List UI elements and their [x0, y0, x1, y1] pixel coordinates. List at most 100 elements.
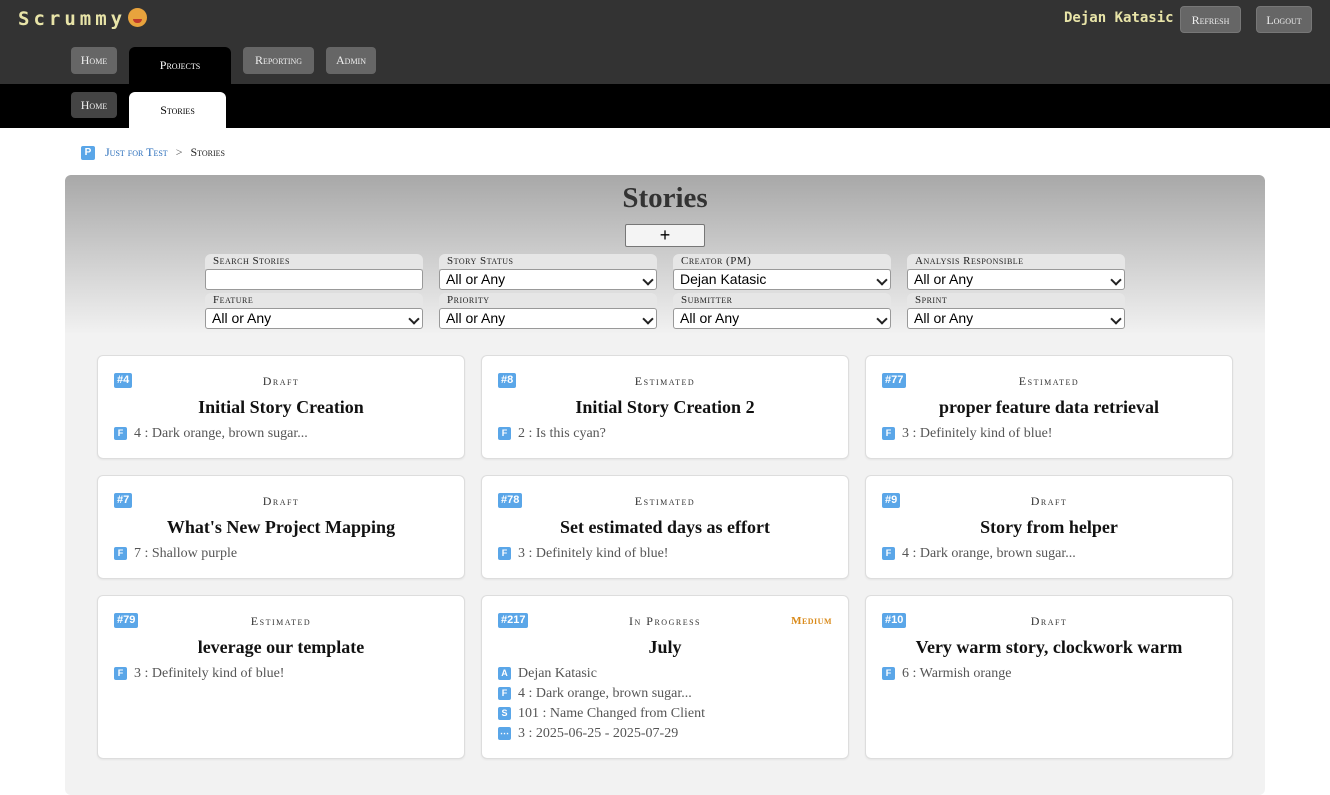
- filter-label: Analysis Responsible: [907, 254, 1125, 269]
- story-feature: F 3 : Definitely kind of blue!: [882, 425, 1052, 443]
- selected-value: All or Any: [914, 271, 974, 287]
- story-title: What's New Project Mapping: [166, 517, 396, 537]
- story-card[interactable]: #77 Estimated proper feature data retrie…: [865, 355, 1233, 459]
- story-status: Draft: [262, 374, 300, 388]
- page-title: Stories: [622, 182, 708, 214]
- selected-value: All or Any: [212, 310, 272, 326]
- filter-story-status: Story Status All or Any: [439, 254, 657, 292]
- priority-label: Medium: [791, 615, 832, 627]
- story-feature: F 7 : Shallow purple: [114, 545, 237, 563]
- story-title: Very warm story, clockwork warm: [915, 637, 1183, 657]
- submitter-select[interactable]: All or Any: [673, 308, 891, 329]
- subnav-home[interactable]: Home: [71, 92, 117, 118]
- feature-icon: F: [882, 667, 895, 680]
- breadcrumb-separator: >: [175, 145, 183, 159]
- story-sprint: ⋯ 3 : 2025-06-25 - 2025-07-29: [498, 725, 678, 743]
- filter-label: Story Status: [439, 254, 657, 269]
- add-story-button[interactable]: +: [625, 224, 705, 247]
- creator-select[interactable]: Dejan Katasic: [673, 269, 891, 290]
- nav-admin[interactable]: Admin: [326, 47, 376, 74]
- story-card[interactable]: #78 Estimated Set estimated days as effo…: [481, 475, 849, 579]
- filter-analysis-responsible: Analysis Responsible All or Any: [907, 254, 1125, 292]
- story-card[interactable]: #217 In Progress Medium July A Dejan Kata…: [481, 595, 849, 759]
- feature-select[interactable]: All or Any: [205, 308, 423, 329]
- nav-projects[interactable]: Projects: [129, 47, 231, 84]
- assignee-text: Dejan Katasic: [518, 666, 597, 681]
- feature-icon: F: [498, 547, 511, 560]
- story-status: Draft: [1030, 614, 1068, 628]
- chevron-down-icon: [1110, 274, 1122, 286]
- feature-icon: F: [114, 667, 127, 680]
- nav-home[interactable]: Home: [71, 47, 117, 74]
- breadcrumb: P Just for Test > Stories: [81, 144, 225, 161]
- selected-value: All or Any: [446, 271, 506, 287]
- filter-label: Feature: [205, 293, 423, 308]
- feature-text: 4 : Dark orange, brown sugar...: [518, 686, 692, 701]
- filter-search-stories: Search Stories: [205, 254, 423, 292]
- story-title: Initial Story Creation: [198, 397, 364, 417]
- story-card[interactable]: #10 Draft Very warm story, clockwork war…: [865, 595, 1233, 759]
- story-feature: F 4 : Dark orange, brown sugar...: [882, 545, 1076, 563]
- story-status: Estimated: [634, 494, 696, 508]
- filter-submitter: Submitter All or Any: [673, 293, 891, 331]
- story-card[interactable]: #7 Draft What's New Project Mapping F7 :…: [97, 475, 465, 579]
- story-title: proper feature data retrieval: [938, 397, 1160, 417]
- story-feature: F 2 : Is this cyan?: [498, 425, 606, 443]
- analysis-responsible-select[interactable]: All or Any: [907, 269, 1125, 290]
- filter-label: Submitter: [673, 293, 891, 308]
- filter-sprint: Sprint All or Any: [907, 293, 1125, 331]
- feature-text: 6 : Warmish orange: [902, 666, 1012, 681]
- logout-button[interactable]: Logout: [1256, 6, 1312, 33]
- feature-icon: F: [882, 427, 895, 440]
- story-feature: F 4 : Dark orange, brown sugar...: [114, 425, 308, 443]
- filter-label: Search Stories: [205, 254, 423, 269]
- filter-priority: Priority All or Any: [439, 293, 657, 331]
- feature-text: 3 : Definitely kind of blue!: [902, 426, 1053, 441]
- sprint-text: 3 : 2025-06-25 - 2025-07-29: [518, 726, 679, 741]
- nav-reporting[interactable]: Reporting: [243, 47, 314, 74]
- subnav-stories[interactable]: Stories: [129, 92, 226, 128]
- feature-text: 3 : Definitely kind of blue!: [518, 546, 669, 561]
- submitter-text: 101 : Name Changed from Client: [518, 706, 706, 721]
- app-logo[interactable]: Scrummy: [18, 8, 148, 30]
- priority-select[interactable]: All or Any: [439, 308, 657, 329]
- story-feature: F 3 : Definitely kind of blue!: [498, 545, 668, 563]
- selected-value: Dejan Katasic: [680, 271, 767, 287]
- feature-icon: F: [498, 687, 511, 700]
- feature-text: 7 : Shallow purple: [134, 546, 238, 561]
- sprint-icon: ⋯: [498, 727, 511, 740]
- chevron-down-icon: [876, 313, 888, 325]
- story-status: Estimated: [634, 374, 696, 388]
- feature-text: 4 : Dark orange, brown sugar...: [134, 426, 308, 441]
- chevron-down-icon: [876, 274, 888, 286]
- story-card[interactable]: #79 Estimated leverage our template F3 :…: [97, 595, 465, 759]
- chevron-down-icon: [642, 313, 654, 325]
- filter-label: Sprint: [907, 293, 1125, 308]
- story-card[interactable]: #4 Draft Initial Story Creation F4 : Dar…: [97, 355, 465, 459]
- selected-value: All or Any: [446, 310, 506, 326]
- breadcrumb-project-link[interactable]: Just for Test: [105, 145, 168, 159]
- selected-value: All or Any: [680, 310, 740, 326]
- filter-feature: Feature All or Any: [205, 293, 423, 331]
- story-card[interactable]: #8 Estimated Initial Story Creation 2 F2…: [481, 355, 849, 459]
- story-title: Story from helper: [980, 517, 1118, 537]
- submitter-icon: S: [498, 707, 511, 720]
- feature-icon: F: [882, 547, 895, 560]
- story-card[interactable]: #9 Draft Story from helper F4 : Dark ora…: [865, 475, 1233, 579]
- story-feature: F 4 : Dark orange, brown sugar...: [498, 685, 692, 703]
- chevron-down-icon: [1110, 313, 1122, 325]
- story-feature: F 6 : Warmish orange: [882, 665, 1011, 683]
- sprint-select[interactable]: All or Any: [907, 308, 1125, 329]
- feature-text: 3 : Definitely kind of blue!: [134, 666, 285, 681]
- user-name: Dejan Katasic: [1064, 10, 1174, 26]
- refresh-button[interactable]: Refresh: [1180, 6, 1241, 33]
- feature-icon: F: [498, 427, 511, 440]
- story-title: leverage our template: [197, 637, 365, 657]
- breadcrumb-current: Stories: [190, 145, 225, 159]
- story-status: Estimated: [1018, 374, 1080, 388]
- chevron-down-icon: [642, 274, 654, 286]
- chevron-down-icon: [408, 313, 420, 325]
- story-status-select[interactable]: All or Any: [439, 269, 657, 290]
- selected-value: All or Any: [914, 310, 974, 326]
- search-input[interactable]: [205, 269, 423, 290]
